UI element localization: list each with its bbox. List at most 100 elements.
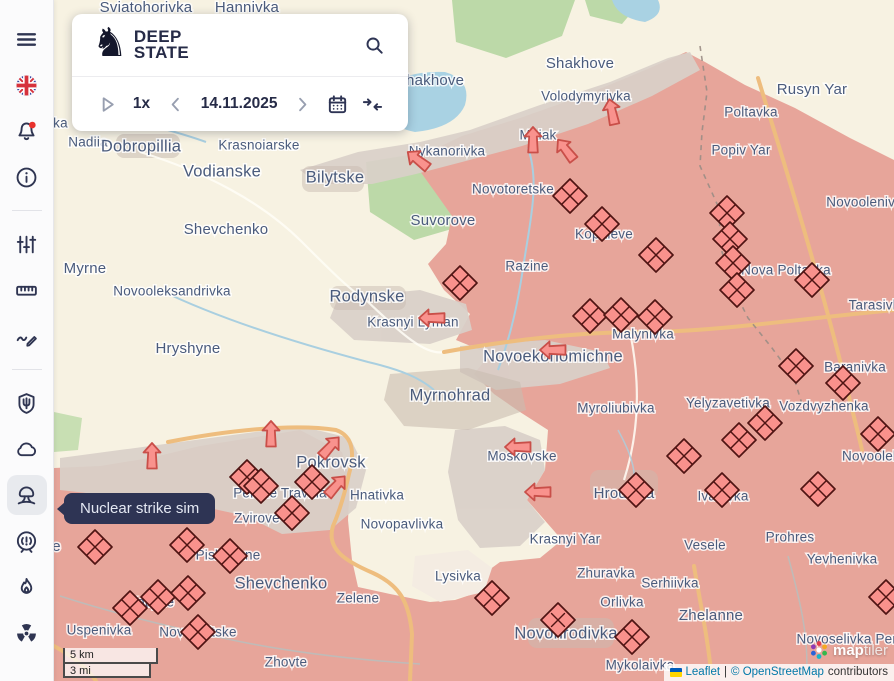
attrib-suffix: contributors xyxy=(828,666,888,678)
sidebar-item-fire[interactable] xyxy=(7,567,47,607)
sidebar-item-language[interactable] xyxy=(7,65,47,105)
sidebar-item-filters[interactable] xyxy=(7,224,47,264)
place-label: Zhovte xyxy=(265,655,307,670)
jump-to-latest-button[interactable] xyxy=(359,91,386,118)
deepstate-app: SviatohorivkaHannivkaShakhoveShakhoveVol… xyxy=(0,0,894,681)
hamburger-menu-icon xyxy=(14,27,39,52)
calendar-icon xyxy=(326,93,349,116)
place-label: Myroliubivka xyxy=(577,401,655,416)
ukraine-flag-icon xyxy=(670,668,682,677)
place-label: Novoolenivka xyxy=(826,195,894,210)
sidebar-item-trident[interactable] xyxy=(7,383,47,423)
place-label: Pokrovsk xyxy=(296,453,366,471)
place-label: Zelene xyxy=(337,591,379,606)
place-label: Vozdvyzhenka xyxy=(779,399,869,414)
place-label: Popiv Yar xyxy=(711,143,770,158)
sidebar xyxy=(0,0,54,681)
place-label: Baranivka xyxy=(824,360,886,375)
converge-arrows-icon xyxy=(361,93,384,116)
place-label: Zhuravka xyxy=(577,566,635,581)
sidebar-divider xyxy=(12,210,42,211)
sidebar-item-menu[interactable] xyxy=(7,19,47,59)
maptiler-icon xyxy=(809,640,829,660)
radiation-icon xyxy=(14,621,39,646)
place-label: Rusyn Yar xyxy=(777,81,847,98)
maptiler-logo[interactable]: maptiler xyxy=(809,640,888,660)
knight-logo-icon: ♞ xyxy=(92,23,128,63)
place-label: Bilytske xyxy=(306,168,364,186)
pen-draw-icon xyxy=(14,324,39,349)
place-label: Myrne xyxy=(64,260,107,277)
tooltip-text: Nuclear strike sim xyxy=(80,500,199,517)
scale-mi: 3 mi xyxy=(63,662,151,678)
deepstate-panel: ♞ DEEP STATE 1x 14.11.2025 xyxy=(72,14,408,131)
info-icon xyxy=(14,165,39,190)
place-label: Novopavlivka xyxy=(361,517,444,532)
search-button[interactable] xyxy=(361,32,388,59)
place-label: Rodynske xyxy=(330,287,405,305)
place-label: Shakhove xyxy=(546,55,614,72)
attrib-separator: | xyxy=(724,666,727,678)
next-day-button[interactable] xyxy=(289,91,316,118)
sliders-icon xyxy=(14,232,39,257)
place-label: Zvirove xyxy=(234,511,280,526)
place-label: Serhiivka xyxy=(641,576,699,591)
place-label: Krasnoiarske xyxy=(218,138,299,153)
sidebar-divider xyxy=(12,369,42,370)
place-label: Prohres xyxy=(766,530,815,545)
place-label: Uspenivka xyxy=(67,623,132,638)
sidebar-item-measure[interactable] xyxy=(7,270,47,310)
search-icon xyxy=(363,34,386,57)
date-display[interactable]: 14.11.2025 xyxy=(197,93,282,115)
place-label: Zhelanne xyxy=(679,607,743,624)
sidebar-item-nuclear-sim[interactable] xyxy=(7,475,47,515)
place-label: Orlivka xyxy=(600,595,644,610)
place-label: Razine xyxy=(505,259,548,274)
speed-button[interactable]: 1x xyxy=(129,93,154,115)
nuclear-strike-sim-tooltip: Nuclear strike sim xyxy=(64,493,215,524)
sidebar-item-epicenter[interactable] xyxy=(7,521,47,561)
chevron-right-icon xyxy=(291,93,314,116)
place-label: Shevchenko xyxy=(235,574,328,592)
chevron-left-icon xyxy=(164,93,187,116)
place-label: Dobropillia xyxy=(101,137,182,155)
place-label: Yevhenivka xyxy=(807,552,878,567)
epicenter-icon xyxy=(14,529,39,554)
place-label: Lysivka xyxy=(435,569,481,584)
maptiler-light: tiler xyxy=(864,642,888,659)
scale-bar: 5 km 3 mi xyxy=(63,648,158,678)
place-label: Hnativka xyxy=(350,488,404,503)
place-label: Vesele xyxy=(684,538,726,553)
sidebar-item-radiation[interactable] xyxy=(7,613,47,653)
uk-flag-icon xyxy=(14,73,39,98)
ruler-icon xyxy=(14,278,39,303)
place-label: Tarasivka xyxy=(849,298,894,313)
place-label: Myrnohrad xyxy=(410,386,491,404)
play-button[interactable] xyxy=(94,91,121,118)
mushroom-cloud-icon xyxy=(14,483,39,508)
leaflet-link[interactable]: Leaflet xyxy=(686,666,721,678)
map-attribution: Leaflet | © OpenStreetMap contributors xyxy=(664,664,894,681)
place-label: Novooleksandrivka xyxy=(842,449,894,464)
place-label: Novooleksandrivka xyxy=(113,284,231,299)
sidebar-item-draw[interactable] xyxy=(7,316,47,356)
place-label: Poltavka xyxy=(724,105,778,120)
calendar-button[interactable] xyxy=(324,91,351,118)
place-label: Novotoretske xyxy=(472,182,554,197)
flame-icon xyxy=(14,575,39,600)
place-label: Hryshyne xyxy=(156,340,221,357)
osm-link[interactable]: © OpenStreetMap xyxy=(731,666,824,678)
sidebar-item-weather[interactable] xyxy=(7,429,47,469)
play-icon xyxy=(96,93,119,116)
bell-icon xyxy=(14,119,39,144)
place-label: Suvorove xyxy=(411,212,476,229)
place-label: Yelyzavetivka xyxy=(686,396,770,411)
maptiler-bold: map xyxy=(833,642,864,659)
trident-shield-icon xyxy=(14,391,39,416)
sidebar-item-info[interactable] xyxy=(7,157,47,197)
deepstate-logo: ♞ DEEP STATE xyxy=(92,27,189,63)
cloud-icon xyxy=(14,437,39,462)
prev-day-button[interactable] xyxy=(162,91,189,118)
logo-line2: STATE xyxy=(134,45,189,61)
sidebar-item-notifications[interactable] xyxy=(7,111,47,151)
